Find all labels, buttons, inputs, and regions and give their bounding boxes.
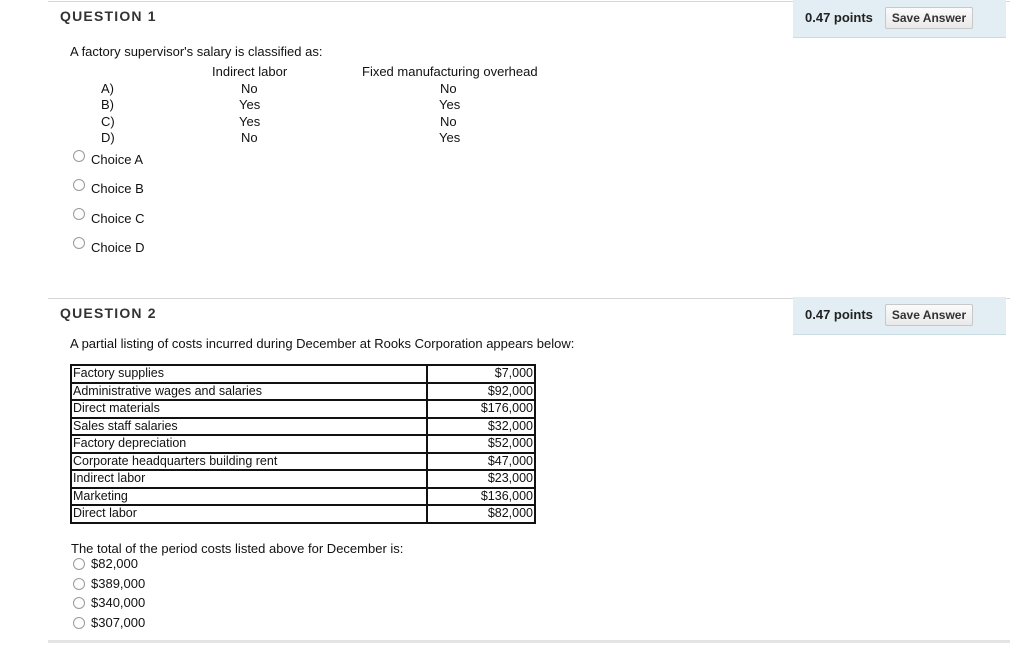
cost-amount: $32,000	[427, 418, 535, 436]
answer-340000-label[interactable]: $340,000	[91, 595, 145, 610]
question-1-title: QUESTION 1	[60, 8, 157, 24]
question-1-prompt: A factory supervisor's salary is classif…	[70, 44, 322, 59]
cost-item: Indirect labor	[71, 470, 427, 488]
answer-82000-radio[interactable]	[73, 558, 85, 570]
table-row: Marketing $136,000	[71, 488, 535, 506]
row-overhead-value: No	[440, 114, 457, 129]
row-letter: B)	[101, 97, 114, 112]
answer-389000-radio[interactable]	[73, 578, 85, 590]
cost-amount: $92,000	[427, 383, 535, 401]
question-1-points-panel: 0.47 points Save Answer	[793, 0, 1006, 38]
table-row: Sales staff salaries $32,000	[71, 418, 535, 436]
row-letter: D)	[101, 130, 115, 145]
cost-item: Sales staff salaries	[71, 418, 427, 436]
choice-a-radio[interactable]	[73, 150, 85, 162]
choice-b-label[interactable]: Choice B	[91, 181, 144, 196]
column-header-fixed-manufacturing-overhead: Fixed manufacturing overhead	[362, 64, 538, 79]
question-2-bottom-divider	[48, 640, 1010, 643]
answer-82000-label[interactable]: $82,000	[91, 556, 138, 571]
cost-item: Marketing	[71, 488, 427, 506]
table-row: Indirect labor $23,000	[71, 470, 535, 488]
cost-item: Factory supplies	[71, 365, 427, 383]
choice-c-label[interactable]: Choice C	[91, 211, 144, 226]
row-indirect-labor-value: Yes	[239, 114, 260, 129]
answer-307000-radio[interactable]	[73, 617, 85, 629]
table-row: Administrative wages and salaries $92,00…	[71, 383, 535, 401]
row-overhead-value: Yes	[439, 97, 460, 112]
answer-389000-label[interactable]: $389,000	[91, 576, 145, 591]
row-indirect-labor-value: No	[241, 81, 258, 96]
question-1-points: 0.47 points	[805, 10, 873, 25]
answer-340000-radio[interactable]	[73, 597, 85, 609]
cost-amount: $7,000	[427, 365, 535, 383]
table-row: Direct labor $82,000	[71, 505, 535, 523]
cost-amount: $136,000	[427, 488, 535, 506]
question-2-points: 0.47 points	[805, 307, 873, 322]
cost-item: Corporate headquarters building rent	[71, 453, 427, 471]
question-2-points-panel: 0.47 points Save Answer	[793, 297, 1006, 335]
row-overhead-value: Yes	[439, 130, 460, 145]
table-row: Factory supplies $7,000	[71, 365, 535, 383]
question-2-prompt: A partial listing of costs incurred duri…	[70, 336, 574, 351]
row-letter: A)	[101, 81, 114, 96]
row-overhead-value: No	[440, 81, 457, 96]
row-letter: C)	[101, 114, 115, 129]
choice-a-label[interactable]: Choice A	[91, 152, 143, 167]
table-row: Direct materials $176,000	[71, 400, 535, 418]
question-2-save-answer-button[interactable]: Save Answer	[885, 304, 973, 326]
choice-b-radio[interactable]	[73, 179, 85, 191]
cost-amount: $176,000	[427, 400, 535, 418]
cost-listing-table: Factory supplies $7,000 Administrative w…	[70, 364, 536, 524]
row-indirect-labor-value: No	[241, 130, 258, 145]
question-2-question: The total of the period costs listed abo…	[71, 541, 403, 556]
choice-c-radio[interactable]	[73, 208, 85, 220]
cost-item: Direct materials	[71, 400, 427, 418]
cost-item: Administrative wages and salaries	[71, 383, 427, 401]
choice-d-label[interactable]: Choice D	[91, 240, 144, 255]
cost-item: Direct labor	[71, 505, 427, 523]
cost-item: Factory depreciation	[71, 435, 427, 453]
cost-amount: $23,000	[427, 470, 535, 488]
cost-amount: $47,000	[427, 453, 535, 471]
table-row: Factory depreciation $52,000	[71, 435, 535, 453]
question-1-save-answer-button[interactable]: Save Answer	[885, 7, 973, 29]
table-row: Corporate headquarters building rent $47…	[71, 453, 535, 471]
cost-amount: $52,000	[427, 435, 535, 453]
choice-d-radio[interactable]	[73, 237, 85, 249]
column-header-indirect-labor: Indirect labor	[212, 64, 287, 79]
question-2-title: QUESTION 2	[60, 305, 157, 321]
answer-307000-label[interactable]: $307,000	[91, 615, 145, 630]
row-indirect-labor-value: Yes	[239, 97, 260, 112]
cost-amount: $82,000	[427, 505, 535, 523]
